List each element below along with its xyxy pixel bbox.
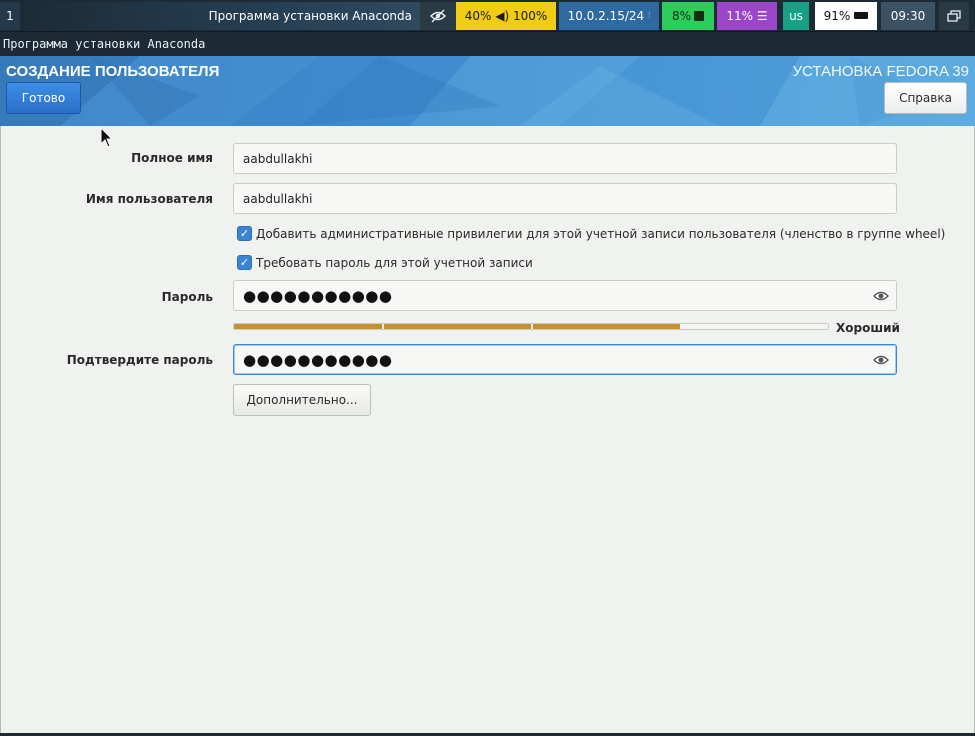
password-input[interactable]: ●●●●●●●●●●● [233,280,897,311]
memory-indicator[interactable]: 11% ☰ [717,1,777,30]
active-window-title: Программа установки Anaconda [20,1,420,30]
show-confirm-password-eye-icon[interactable] [873,354,889,366]
product-title: УСТАНОВКА FEDORA 39 [792,63,969,80]
admin-checkbox-row[interactable]: ✓ Добавить административные привилегии д… [237,226,945,241]
fullname-label: Полное имя [131,151,213,165]
help-button[interactable]: Справка [884,82,967,114]
username-value: aabdullakhi [243,191,313,206]
cpu-indicator[interactable]: 8% [662,1,714,30]
page-title: СОЗДАНИЕ ПОЛЬЗОВАТЕЛЯ [6,63,220,80]
require-password-label: Требовать пароль для этой учетной записи [256,255,533,270]
username-label: Имя пользователя [85,192,213,206]
network-address: 10.0.2.15/24 [567,8,645,23]
user-creation-form: Полное имя aabdullakhi Имя пользователя … [0,126,975,734]
workspace-indicator[interactable]: 1 [0,1,20,30]
password-strength-fill [234,324,680,329]
strength-segment-divider [382,324,384,329]
password-strength-bar [233,323,829,330]
keyboard-layout[interactable]: us [783,1,809,30]
window-caption: Программа установки Anaconda [0,32,975,56]
require-password-row[interactable]: ✓ Требовать пароль для этой учетной запи… [237,255,533,270]
fullname-input[interactable]: aabdullakhi [233,143,897,174]
cpu-usage: 8% [671,8,692,23]
clock[interactable]: 09:30 [881,1,935,30]
show-password-eye-icon[interactable] [873,290,889,302]
confirm-password-dots: ●●●●●●●●●●● [243,350,393,369]
admin-checkbox-label: Добавить административные привилегии для… [256,226,946,241]
strength-segment-divider [531,324,533,329]
advanced-button[interactable]: Дополнительно... [233,384,371,416]
cpu-chip-icon [694,10,705,21]
password-strength-label: Хороший [836,321,900,335]
username-input[interactable]: aabdullakhi [233,183,897,214]
battery-percent: 91% [823,8,851,23]
battery-indicator[interactable]: 91% [815,1,877,30]
spoke-header: СОЗДАНИЕ ПОЛЬЗОВАТЕЛЯ УСТАНОВКА FEDORA 3… [0,56,975,126]
status-bar: 1 Программа установки Anaconda 40% ◀) 10… [0,0,975,32]
eye-slash-icon[interactable] [420,1,456,30]
done-button[interactable]: Готово [6,82,81,114]
window-switch-icon[interactable] [939,1,969,30]
network-signal-icon: ⫶ [648,10,651,21]
password-dots: ●●●●●●●●●●● [243,286,393,305]
confirm-password-input[interactable]: ●●●●●●●●●●● [233,344,897,375]
mouse-cursor-icon [100,127,114,148]
require-password-checkbox[interactable]: ✓ [237,255,252,270]
confirm-password-label: Подтвердите пароль [66,353,213,367]
fullname-value: aabdullakhi [243,151,313,166]
admin-checkbox[interactable]: ✓ [237,226,252,241]
password-label: Пароль [161,290,213,304]
volume-indicator[interactable]: 40% ◀) 100% [456,1,556,30]
strength-segment-divider [680,324,682,329]
battery-icon [854,12,869,19]
network-indicator[interactable]: 10.0.2.15/24 ⫶ [559,1,659,30]
